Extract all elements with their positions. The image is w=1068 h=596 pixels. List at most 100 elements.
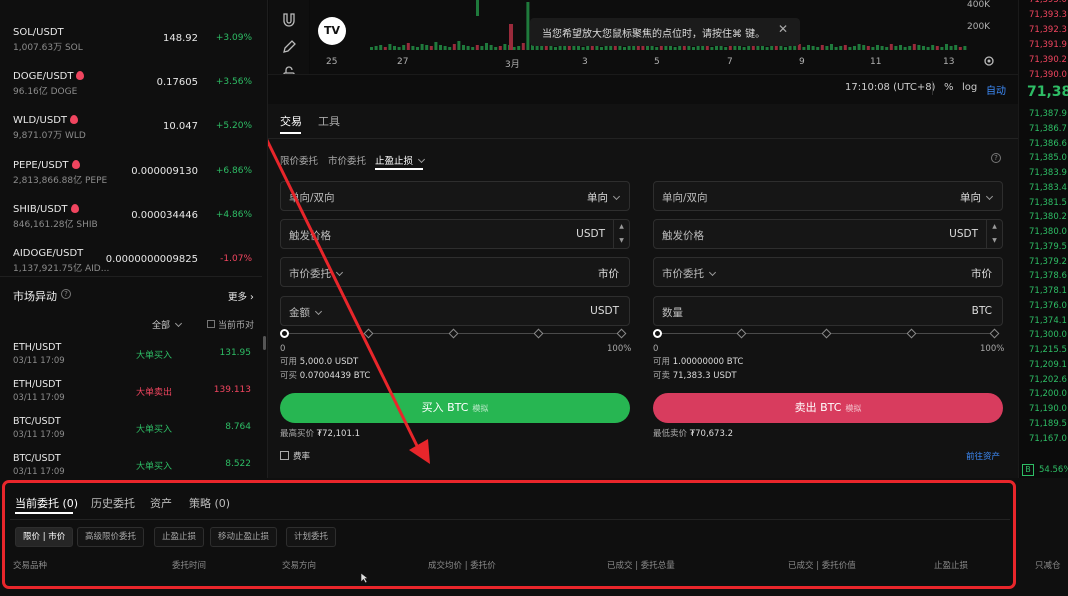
ask-price-level: 71,391.9 (1029, 40, 1067, 50)
hint-toast: 当您希望放大您鼠标聚焦的点位时，请按住⌘ 键。 ✕ (530, 18, 800, 46)
market-move-row[interactable]: BTC/USDT 03/11 17:09 大单买入 8.764 (0, 416, 262, 452)
volume-bar (848, 47, 852, 50)
volume-bar (843, 45, 847, 50)
volume-bar (880, 46, 884, 50)
volume-bar (876, 45, 879, 50)
volume-bar (793, 46, 797, 50)
x-axis-label: 7 (727, 57, 733, 67)
ticker-row[interactable]: SHIB/USDT 846,161.28亿 SHIB 0.000034446 +… (0, 201, 262, 245)
auto-scale-toggle[interactable]: 自动 (986, 82, 1006, 97)
market-move-row[interactable]: ETH/USDT 03/11 17:09 大单卖出 139.113 (0, 379, 262, 415)
bid-price-level: 71,190.0 (1029, 404, 1067, 414)
more-link[interactable]: 更多 › (228, 289, 254, 303)
ticker-row[interactable]: PEPE/USDT 2,813,866.88亿 PEPE 0.000009130… (0, 157, 262, 201)
volume-bar (673, 47, 677, 50)
ticker-price: 0.0000000009825 (105, 254, 198, 265)
bid-price-level: 71,379.2 (1029, 256, 1067, 267)
ticker-row[interactable]: WLD/USDT 9,871.07万 WLD 10.047 +5.20% (0, 112, 262, 156)
volume-bar (466, 46, 470, 50)
volume-bar (765, 47, 769, 50)
volume-bar (912, 44, 916, 50)
volume-bar (922, 46, 925, 50)
volume-bar (558, 46, 562, 50)
ask-price-level: 71,393.3 (1029, 10, 1067, 20)
magnet-icon[interactable] (281, 12, 297, 28)
pencil-lock-icon[interactable] (281, 39, 297, 55)
volume-bar (889, 44, 893, 50)
volume-bar (820, 45, 824, 50)
ticker-price: 148.92 (163, 33, 198, 44)
volume-bar (485, 43, 488, 50)
chevron-down-icon (174, 319, 183, 328)
ticker-symbol: SHIB/USDT (13, 204, 79, 215)
volume-bar (572, 46, 576, 50)
help-icon[interactable]: ? (61, 289, 71, 299)
volume-bar (866, 46, 870, 50)
market-move-row[interactable]: ETH/USDT 03/11 17:09 大单买入 131.95 (0, 342, 262, 378)
x-axis-label: 9 (799, 57, 805, 67)
scrollbar-thumb[interactable] (263, 336, 266, 350)
bid-price-level: 71,379.5 (1029, 241, 1067, 252)
ticker-volume: 1,007.63万 SOL (13, 43, 83, 53)
volume-bar (517, 46, 521, 50)
bid-price-level: 71,386.7 (1029, 123, 1067, 134)
volume-bar (839, 46, 843, 50)
volume-bar (618, 46, 622, 50)
ticker-row[interactable]: SOL/USDT 1,007.63万 SOL 148.92 +3.09% (0, 24, 262, 68)
current-pair-checkbox[interactable] (207, 320, 215, 328)
volume-bar (834, 47, 838, 50)
log-toggle[interactable]: log (962, 82, 977, 93)
volume-bar (526, 2, 530, 50)
move-type: 大单买入 (136, 351, 173, 361)
bid-price-level: 71,383.9 (1029, 168, 1067, 178)
bid-price-level: 71,380.2 (1029, 212, 1067, 223)
tradingview-logo: TV (318, 17, 346, 45)
volume-bar (429, 46, 433, 50)
last-price: 71,38 (1027, 84, 1068, 100)
percent-toggle[interactable]: % (944, 82, 954, 93)
ticker-change: +3.56% (215, 77, 252, 87)
ticker-symbol: AIDOGE/USDT (13, 248, 84, 259)
ask-price-level: 71,390.0 (1029, 70, 1067, 80)
bid-price-level: 71,380.0 (1029, 227, 1067, 237)
hot-fire-icon (70, 115, 79, 124)
move-value: 139.113 (213, 385, 251, 395)
filter-all-dropdown[interactable]: 全部 (152, 318, 183, 331)
x-axis-label: 13 (943, 57, 955, 67)
ticker-volume: 2,813,866.88亿 PEPE (13, 176, 108, 186)
volume-bar (581, 47, 585, 50)
volume-bar (857, 44, 861, 50)
volume-bar (586, 46, 590, 50)
chart-footer-bar: 17:10:08 (UTC+8) % log 自动 (268, 74, 1018, 104)
buy-ratio-badge: B (1022, 464, 1034, 476)
bid-price-level: 71,385.0 (1029, 153, 1067, 164)
volume-bar (425, 45, 429, 50)
volume-bar (489, 45, 493, 50)
ticker-row[interactable]: DOGE/USDT 96.16亿 DOGE 0.17605 +3.56% (0, 68, 262, 112)
highlight-box (2, 480, 1016, 589)
volume-bar (945, 44, 948, 50)
ticker-volume: 96.16亿 DOGE (13, 87, 78, 97)
volume-bar (664, 46, 668, 50)
ticker-row[interactable]: AIDOGE/USDT 1,137,921.75亿 AID... 0.00000… (0, 245, 262, 289)
market-moves-title: 市场异动 (13, 290, 57, 303)
volume-bar (903, 47, 907, 50)
close-icon[interactable]: ✕ (778, 22, 788, 36)
volume-bar (908, 46, 912, 50)
volume-bar (443, 46, 447, 50)
volume-bar (457, 41, 461, 50)
bid-price-level: 71,300.0 (1029, 330, 1067, 341)
toast-message: 当您希望放大您鼠标聚焦的点位时，请按住⌘ 键。 (542, 29, 766, 40)
bid-price-level: 71,209.1 (1029, 359, 1067, 370)
volume-bar (650, 46, 654, 50)
column-header: 只减仓 (1035, 561, 1061, 571)
volume-bar (554, 47, 557, 50)
ticker-symbol: PEPE/USDT (13, 160, 80, 171)
volume-bar (379, 45, 383, 50)
bid-price-level: 71,374.1 (1029, 315, 1067, 326)
settings-gear-icon[interactable] (983, 55, 995, 67)
ticker-price: 0.000009130 (131, 166, 198, 177)
volume-bar (724, 47, 728, 50)
volume-bar (954, 45, 958, 50)
volume-bar (742, 47, 746, 50)
